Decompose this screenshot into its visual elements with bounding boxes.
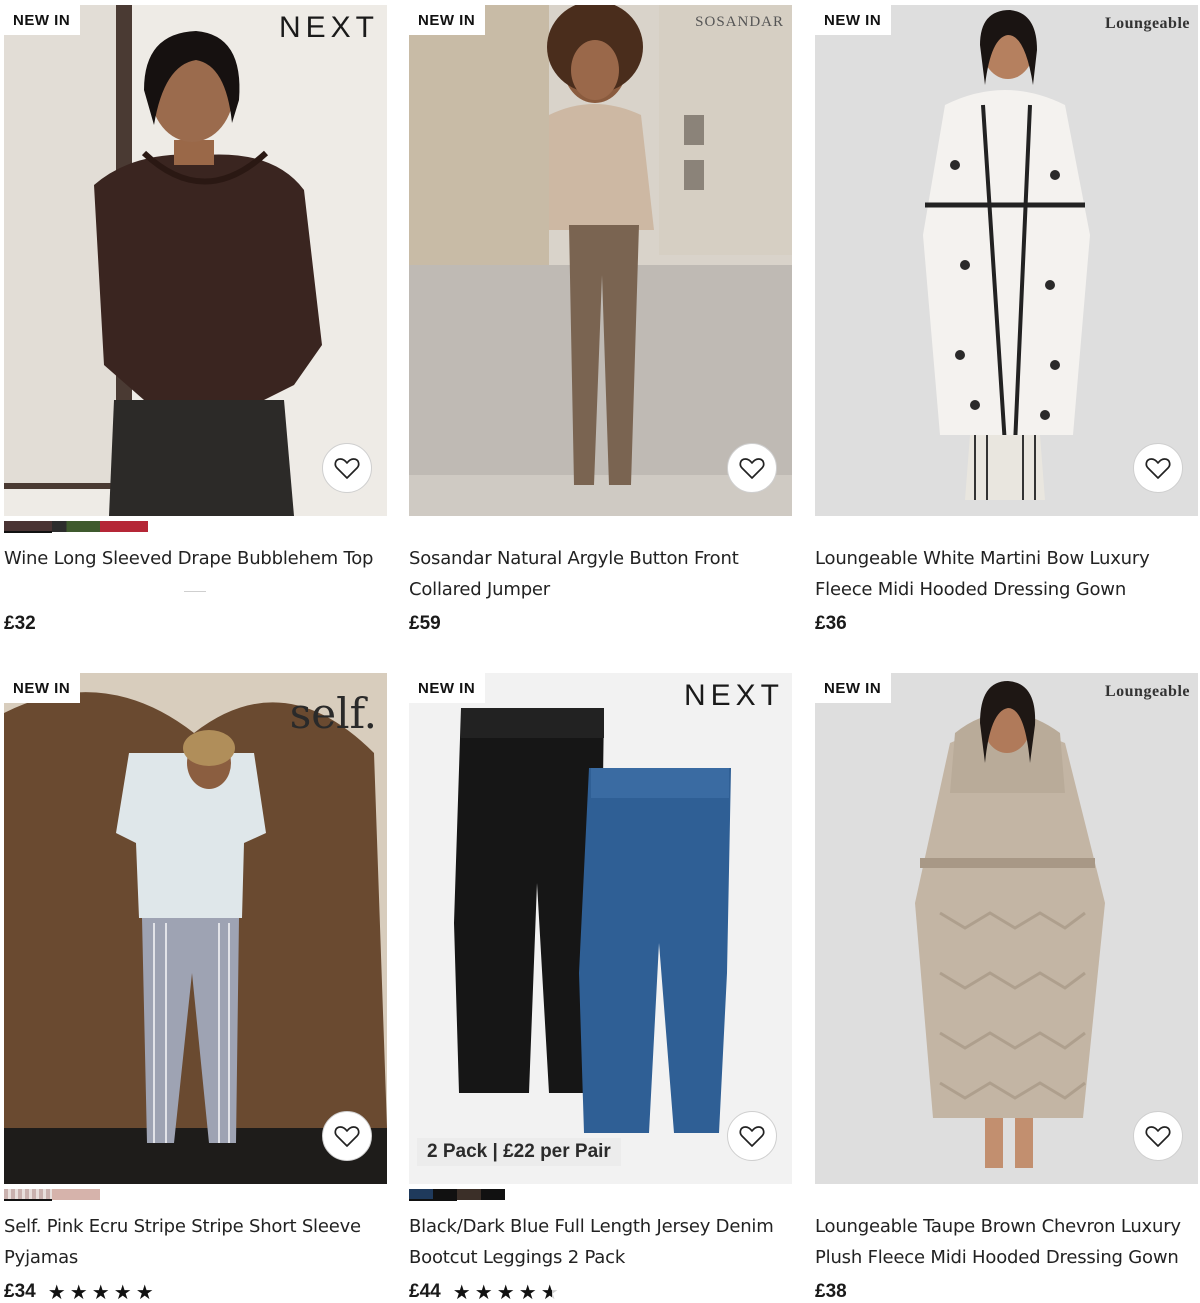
brand-logo: NEXT (683, 679, 784, 712)
colour-swatch[interactable] (457, 1189, 505, 1200)
colour-swatch[interactable] (100, 521, 148, 532)
favourite-button[interactable] (727, 1111, 777, 1161)
star-icon: ★ (135, 1280, 154, 1303)
star-icon: ★ (91, 1280, 110, 1303)
heart-outline-icon (1145, 458, 1171, 479)
brand-logo: Loungeable (1104, 15, 1190, 32)
brand-logo: SOSANDAR (695, 14, 784, 30)
colour-swatches (409, 1189, 505, 1201)
heart-outline-icon (739, 1126, 765, 1147)
product-price: £38 (815, 1281, 847, 1302)
price-row: £32 (4, 613, 36, 635)
colour-swatches (4, 521, 148, 533)
heart-outline-icon (1145, 1126, 1171, 1147)
product-title[interactable]: Black/Dark Blue Full Length Jersey Denim… (409, 1211, 792, 1273)
colour-swatch[interactable] (52, 521, 100, 532)
star-icon: ★ (69, 1280, 88, 1303)
rating-stars[interactable]: ★ ★ ★ ★ ★ (48, 1282, 156, 1302)
colour-swatch[interactable] (52, 1189, 100, 1200)
product-image[interactable]: NEW IN NEXT 2 Pack | £22 per Pair (409, 673, 792, 1184)
colour-swatch[interactable] (4, 521, 52, 533)
brand-logo: NEXT (278, 11, 379, 44)
product-price: £34 (4, 1281, 36, 1302)
product-price: £44 (409, 1281, 441, 1302)
product-price: £36 (815, 613, 847, 634)
heart-outline-icon (334, 1126, 360, 1147)
favourite-button[interactable] (727, 443, 777, 493)
star-icon: ★ (47, 1280, 66, 1303)
divider (184, 591, 206, 592)
price-row: £34 ★ ★ ★ ★ ★ (4, 1281, 156, 1303)
rating-stars[interactable]: ★ ★ ★ ★ ★ (453, 1282, 561, 1302)
product-price: £32 (4, 613, 36, 634)
product-image[interactable]: NEW IN Loungeable (815, 673, 1198, 1184)
star-icon: ★ (452, 1280, 471, 1303)
new-in-badge: NEW IN (409, 673, 486, 703)
product-photo (4, 5, 387, 516)
star-icon: ★ (113, 1280, 132, 1303)
star-half-icon: ★ (541, 1282, 561, 1302)
favourite-button[interactable] (1133, 1111, 1183, 1161)
product-photo (815, 5, 1198, 516)
new-in-badge: NEW IN (815, 5, 892, 35)
product-image[interactable]: NEW IN SOSANDAR (409, 5, 792, 516)
new-in-badge: NEW IN (815, 673, 892, 703)
colour-swatch[interactable] (4, 1189, 52, 1201)
brand-logo: Loungeable (1104, 683, 1190, 700)
heart-outline-icon (739, 458, 765, 479)
brand-logo: self. (289, 689, 377, 738)
heart-outline-icon (334, 458, 360, 479)
star-icon: ★ (474, 1280, 493, 1303)
star-icon: ★ (518, 1280, 537, 1303)
price-row: £38 (815, 1281, 847, 1303)
product-photo (4, 673, 387, 1184)
price-row: £44 ★ ★ ★ ★ ★ (409, 1281, 561, 1303)
product-title[interactable]: Loungeable White Martini Bow Luxury Flee… (815, 543, 1198, 605)
price-row: £36 (815, 613, 847, 635)
new-in-badge: NEW IN (4, 5, 81, 35)
product-title[interactable]: Self. Pink Ecru Stripe Stripe Short Slee… (4, 1211, 387, 1273)
favourite-button[interactable] (1133, 443, 1183, 493)
product-image[interactable]: NEW IN Loungeable (815, 5, 1198, 516)
price-row: £59 (409, 613, 441, 635)
new-in-badge: NEW IN (409, 5, 486, 35)
product-photo (409, 673, 792, 1184)
product-title[interactable]: Wine Long Sleeved Drape Bubblehem Top (4, 543, 387, 574)
new-in-badge: NEW IN (4, 673, 81, 703)
colour-swatches (4, 1189, 100, 1201)
product-photo (815, 673, 1198, 1184)
product-image[interactable]: NEW IN NEXT (4, 5, 387, 516)
colour-swatch[interactable] (409, 1189, 457, 1201)
product-price: £59 (409, 613, 441, 634)
star-icon: ★ (496, 1280, 515, 1303)
product-image[interactable]: NEW IN self. (4, 673, 387, 1184)
multibuy-promo-label: 2 Pack | £22 per Pair (417, 1138, 621, 1166)
product-photo (409, 5, 792, 516)
favourite-button[interactable] (322, 443, 372, 493)
favourite-button[interactable] (322, 1111, 372, 1161)
product-title[interactable]: Loungeable Taupe Brown Chevron Luxury Pl… (815, 1211, 1198, 1273)
product-title[interactable]: Sosandar Natural Argyle Button Front Col… (409, 543, 792, 605)
